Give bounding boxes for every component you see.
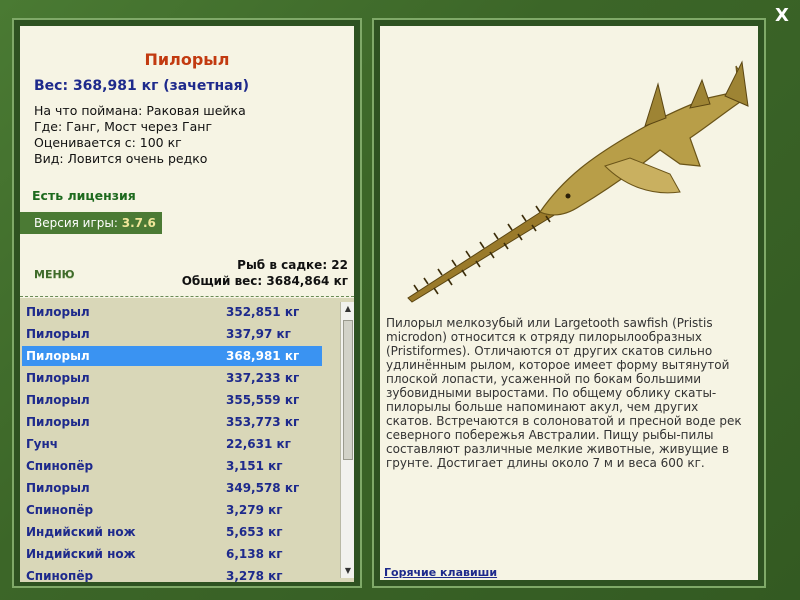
catch-weight: 337,233 кг (226, 371, 300, 385)
catch-weight: 368,981 кг (226, 349, 300, 363)
sawfish-body (539, 65, 743, 216)
catch-weight: 355,559 кг (226, 393, 300, 407)
table-row[interactable]: Пилорыл 337,97 кг (22, 324, 322, 344)
table-row[interactable]: Пилорыл 337,233 кг (22, 368, 322, 388)
license-status: Есть лицензия (32, 188, 136, 203)
table-row[interactable]: Спинопёр 3,279 кг (22, 500, 322, 520)
left-panel: Пилорыл Вес: 368,981 кг (зачетная) На чт… (12, 18, 362, 588)
table-row[interactable]: Пилорыл 352,851 кг (22, 302, 322, 322)
table-row[interactable]: Пилорыл 355,559 кг (22, 390, 322, 410)
catch-name: Пилорыл (26, 305, 90, 319)
catch-weight: 6,138 кг (226, 547, 283, 561)
fish-bait: На что поймана: Раковая шейка (34, 103, 246, 118)
catch-weight: 22,631 кг (226, 437, 291, 451)
catch-weight: 349,578 кг (226, 481, 300, 495)
cage-count: Рыб в садке: 22 (237, 258, 348, 272)
table-row[interactable]: Пилорыл 349,578 кг (22, 478, 322, 498)
catch-weight: 5,653 кг (226, 525, 283, 539)
table-row[interactable]: Индийский нож 5,653 кг (22, 522, 322, 542)
dorsal-fin-1 (644, 82, 667, 127)
fish-description: Пилорыл мелкозубый или Largetooth sawfis… (386, 316, 742, 470)
saw-rostrum (407, 205, 557, 303)
version-value: 3.7.6 (121, 216, 156, 230)
total-weight: Общий вес: 3684,864 кг (181, 274, 348, 288)
catch-weight: 353,773 кг (226, 415, 300, 429)
table-row[interactable]: Гунч 22,631 кг (22, 434, 322, 454)
fish-title: Пилорыл (144, 50, 230, 69)
fish-valued-from: Оценивается с: 100 кг (34, 135, 182, 150)
fish-location: Где: Ганг, Мост через Ганг (34, 119, 213, 134)
catch-weight: 337,97 кг (226, 327, 291, 341)
catch-weight: 3,278 кг (226, 569, 283, 582)
dorsal-fin-2 (689, 78, 711, 109)
table-row[interactable]: Спинопёр 3,278 кг (22, 566, 322, 582)
catch-weight: 3,151 кг (226, 459, 283, 473)
table-row[interactable]: Пилорыл 353,773 кг (22, 412, 322, 432)
catch-name: Индийский нож (26, 547, 136, 561)
scroll-thumb[interactable] (343, 320, 353, 460)
list-scrollbar[interactable]: ▲ ▼ (340, 302, 354, 578)
version-label: Версия игры: (34, 216, 118, 230)
divider (20, 296, 354, 297)
sawfish-image (407, 60, 749, 303)
menu-button[interactable]: МЕНЮ (34, 268, 75, 281)
pectoral-fin (604, 157, 681, 194)
catch-name: Спинопёр (26, 503, 94, 517)
table-row[interactable]: Пилорыл 368,981 кг (22, 346, 322, 366)
catch-name: Пилорыл (26, 371, 90, 385)
version-bar: Версия игры: 3.7.6 (20, 212, 162, 234)
catch-stats: Рыб в садке: 22 Общий вес: 3684,864 кг (182, 258, 348, 290)
catch-name: Спинопёр (26, 459, 94, 473)
catch-name: Пилорыл (26, 481, 90, 495)
eye-icon (565, 193, 571, 199)
catch-name: Индийский нож (26, 525, 136, 539)
scroll-down-icon[interactable]: ▼ (341, 564, 354, 578)
right-panel: Пилорыл мелкозубый или Largetooth sawfis… (372, 18, 766, 588)
catch-name: Гунч (26, 437, 58, 451)
description-box: Пилорыл мелкозубый или Largetooth sawfis… (380, 26, 758, 580)
catch-name: Пилорыл (26, 393, 90, 407)
catch-name: Пилорыл (26, 327, 90, 341)
table-row[interactable]: Индийский нож 6,138 кг (22, 544, 322, 564)
table-row[interactable]: Спинопёр 3,151 кг (22, 456, 322, 476)
catch-name: Пилорыл (26, 349, 90, 363)
fish-rarity: Вид: Ловится очень редко (34, 151, 208, 166)
catch-list: Пилорыл 352,851 кг Пилорыл 337,97 кг Пилорыл… (20, 298, 354, 582)
catch-weight: 352,851 кг (226, 305, 300, 319)
scroll-up-icon[interactable]: ▲ (341, 302, 354, 316)
close-button[interactable]: X (770, 4, 794, 28)
catch-name: Пилорыл (26, 415, 90, 429)
hotkeys-link[interactable]: Горячие клавиши (384, 566, 497, 579)
catch-name: Спинопёр (26, 569, 94, 582)
fish-weight: Вес: 368,981 кг (зачетная) (34, 78, 249, 94)
catch-weight: 3,279 кг (226, 503, 283, 517)
fish-info-box: Пилорыл Вес: 368,981 кг (зачетная) На чт… (20, 26, 354, 300)
